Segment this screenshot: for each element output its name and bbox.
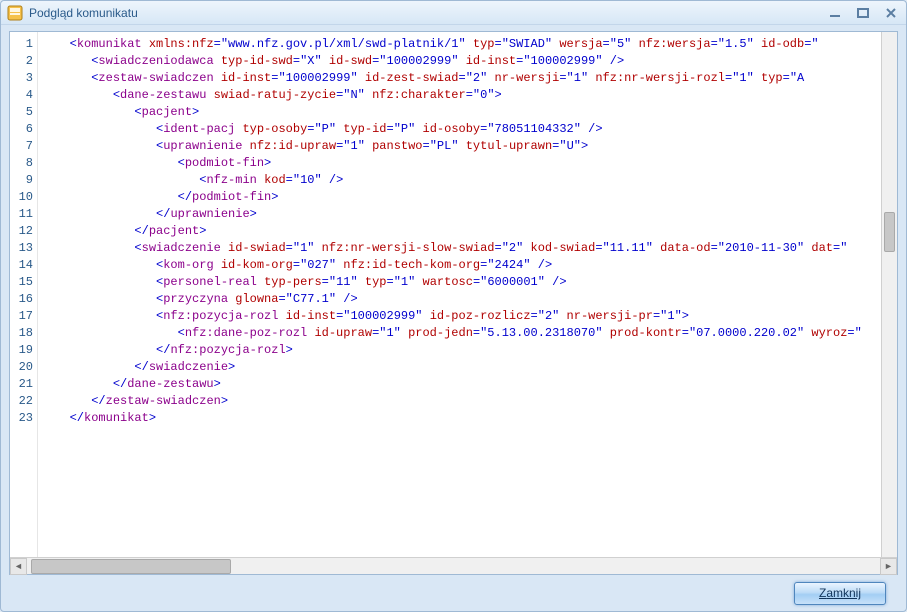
line-number: 23: [10, 410, 33, 427]
maximize-button[interactable]: [854, 5, 872, 21]
line-number: 4: [10, 87, 33, 104]
code-line: <uprawnienie nfz:id-upraw="1" panstwo="P…: [48, 138, 897, 155]
line-number: 5: [10, 104, 33, 121]
window-frame: Podgląd komunikatu 123456789101112131415…: [0, 0, 907, 612]
code-line: <swiadczenie id-swiad="1" nfz:nr-wersji-…: [48, 240, 897, 257]
code-line: </pacjent>: [48, 223, 897, 240]
vertical-scroll-thumb[interactable]: [884, 212, 895, 252]
line-number: 14: [10, 257, 33, 274]
app-icon: [7, 5, 23, 21]
line-number: 13: [10, 240, 33, 257]
vertical-scrollbar[interactable]: [881, 32, 897, 557]
line-number: 12: [10, 223, 33, 240]
line-number: 10: [10, 189, 33, 206]
close-button[interactable]: Zamknij: [794, 582, 886, 605]
code-line: </swiadczenie>: [48, 359, 897, 376]
code-line: <nfz:pozycja-rozl id-inst="100002999" id…: [48, 308, 897, 325]
minimize-button[interactable]: [826, 5, 844, 21]
horizontal-scroll-thumb[interactable]: [31, 559, 231, 574]
line-number: 17: [10, 308, 33, 325]
button-bar: Zamknij: [9, 575, 898, 611]
line-number: 22: [10, 393, 33, 410]
line-number: 6: [10, 121, 33, 138]
code-line: <pacjent>: [48, 104, 897, 121]
code-line: </dane-zestawu>: [48, 376, 897, 393]
line-number: 11: [10, 206, 33, 223]
scroll-right-arrow-icon[interactable]: ►: [880, 558, 897, 575]
line-number: 8: [10, 155, 33, 172]
scroll-left-arrow-icon[interactable]: ◄: [10, 558, 27, 575]
code-line: <nfz-min kod="10" />: [48, 172, 897, 189]
code-line: <personel-real typ-pers="11" typ="1" war…: [48, 274, 897, 291]
code-line: <ident-pacj typ-osoby="P" typ-id="P" id-…: [48, 121, 897, 138]
window-title: Podgląd komunikatu: [29, 6, 826, 20]
line-number: 21: [10, 376, 33, 393]
code-line: <przyczyna glowna="C77.1" />: [48, 291, 897, 308]
code-lines: <komunikat xmlns:nfz="www.nfz.gov.pl/xml…: [38, 32, 897, 431]
line-number: 16: [10, 291, 33, 308]
line-number: 19: [10, 342, 33, 359]
code-line: <zestaw-swiadczen id-inst="100002999" id…: [48, 70, 897, 87]
window-controls: [826, 5, 900, 21]
line-number-gutter: 1234567891011121314151617181920212223: [10, 32, 38, 557]
horizontal-scrollbar[interactable]: ◄ ►: [10, 557, 897, 574]
code-line: <podmiot-fin>: [48, 155, 897, 172]
code-line: </zestaw-swiadczen>: [48, 393, 897, 410]
code-body: 1234567891011121314151617181920212223 <k…: [10, 32, 897, 557]
code-viewer: 1234567891011121314151617181920212223 <k…: [9, 31, 898, 575]
line-number: 20: [10, 359, 33, 376]
code-line: <swiadczeniodawca typ-id-swd="X" id-swd=…: [48, 53, 897, 70]
line-number: 9: [10, 172, 33, 189]
line-number: 3: [10, 70, 33, 87]
code-line: <komunikat xmlns:nfz="www.nfz.gov.pl/xml…: [48, 36, 897, 53]
line-number: 1: [10, 36, 33, 53]
code-line: <kom-org id-kom-org="027" nfz:id-tech-ko…: [48, 257, 897, 274]
line-number: 18: [10, 325, 33, 342]
code-scroll-area[interactable]: <komunikat xmlns:nfz="www.nfz.gov.pl/xml…: [38, 32, 897, 557]
content-area: 1234567891011121314151617181920212223 <k…: [1, 25, 906, 611]
code-line: </nfz:pozycja-rozl>: [48, 342, 897, 359]
close-window-button[interactable]: [882, 5, 900, 21]
code-line: <nfz:dane-poz-rozl id-upraw="1" prod-jed…: [48, 325, 897, 342]
horizontal-scroll-track[interactable]: [27, 558, 880, 575]
line-number: 2: [10, 53, 33, 70]
code-line: </uprawnienie>: [48, 206, 897, 223]
code-line: <dane-zestawu swiad-ratuj-zycie="N" nfz:…: [48, 87, 897, 104]
line-number: 15: [10, 274, 33, 291]
line-number: 7: [10, 138, 33, 155]
code-line: </komunikat>: [48, 410, 897, 427]
code-line: </podmiot-fin>: [48, 189, 897, 206]
titlebar[interactable]: Podgląd komunikatu: [1, 1, 906, 25]
